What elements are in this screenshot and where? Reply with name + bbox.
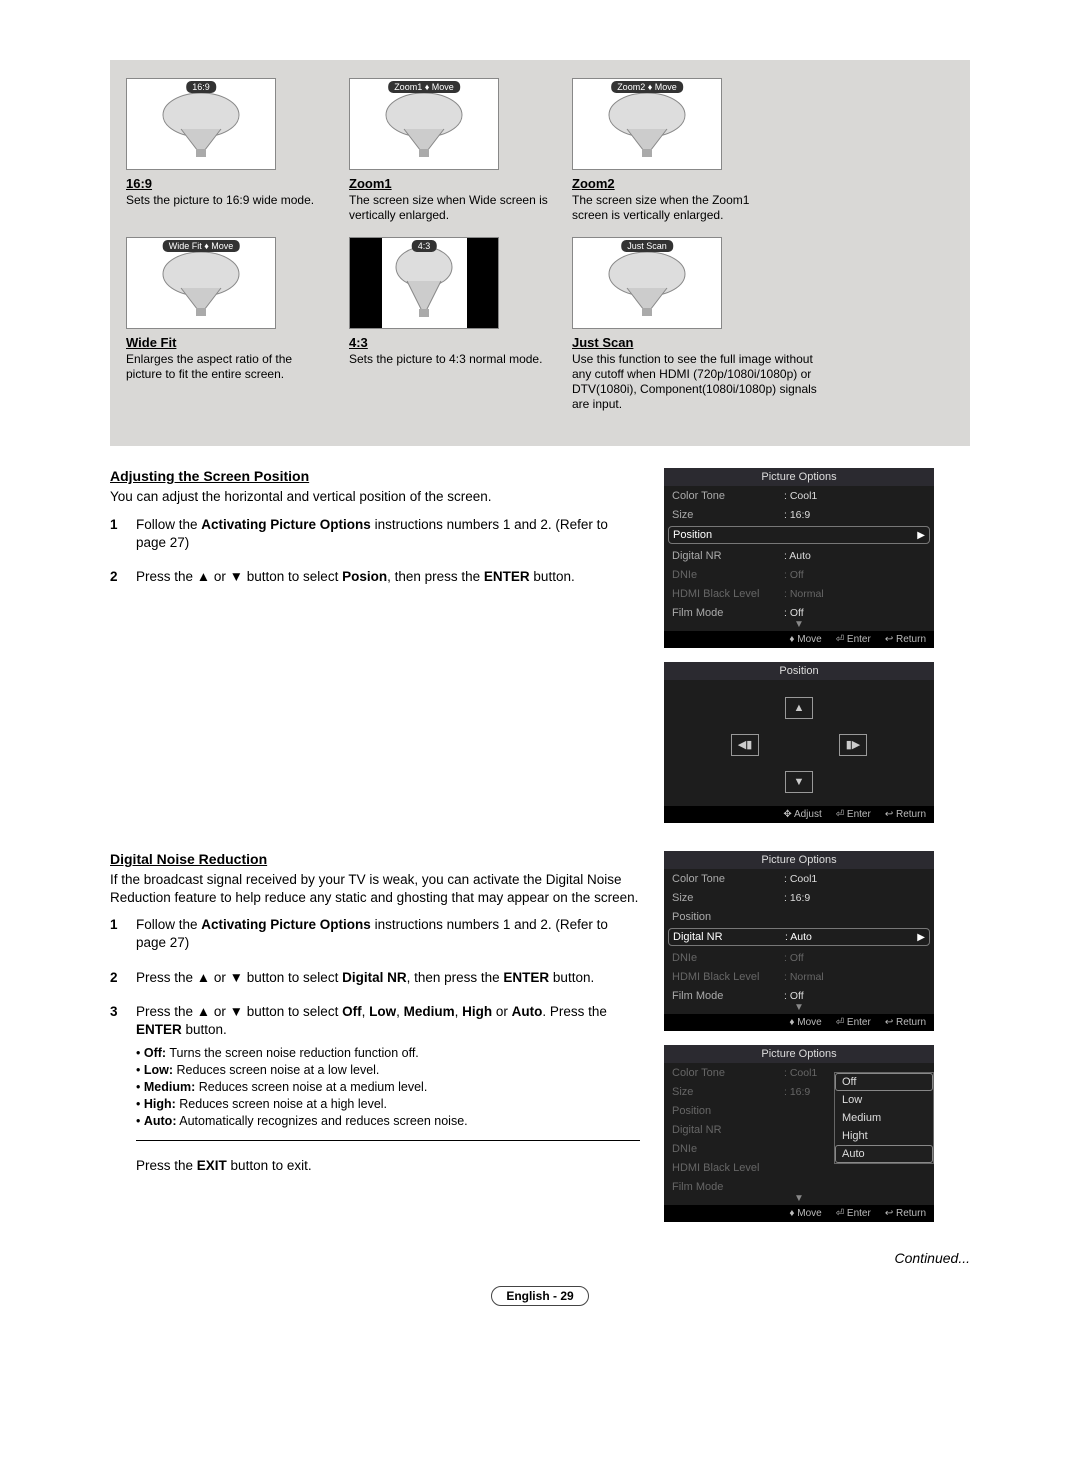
continued-label: Continued... [110,1250,970,1266]
arrow-right-icon: ▮▶ [839,734,867,756]
section-digital-nr: Digital Noise Reduction If the broadcast… [110,851,640,1222]
arrow-down-icon: ▼ [785,771,813,793]
size-cell-zoom1: Zoom1 ♦ Move Zoom1 The screen size when … [349,78,554,223]
size-cell-4-3: 4:3 4:3 Sets the picture to 4:3 normal m… [349,237,554,412]
size-cell-justscan: Just Scan Just Scan Use this function to… [572,237,832,412]
size-cell-zoom2: Zoom2 ♦ Move Zoom2 The screen size when … [572,78,777,223]
osd-picture-options-position: Picture Options Color Tone: Cool1 Size: … [664,468,934,648]
picture-size-grid: 16:9 16:9 Sets the picture to 16:9 wide … [110,60,970,446]
arrow-left-icon: ◀▮ [731,734,759,756]
section-adjust-position: Adjusting the Screen Position You can ad… [110,468,640,823]
osd-position-adjust: Position ▲ ◀▮▮▶ ▼ ✥ Adjust⏎ Enter↩ Retur… [664,662,934,823]
osd-picture-options-digitalnr: Picture Options Color Tone: Cool1 Size: … [664,851,934,1031]
arrow-up-icon: ▲ [785,697,813,719]
size-cell-16-9: 16:9 16:9 Sets the picture to 16:9 wide … [126,78,331,223]
page-footer: English - 29 [110,1286,970,1306]
size-cell-widefit: Wide Fit ♦ Move Wide Fit Enlarges the as… [126,237,331,412]
digital-nr-submenu: Off Low Medium Hight Auto [834,1072,934,1164]
osd-picture-options-submenu: Picture Options Color Tone: Cool1 Size: … [664,1045,934,1222]
